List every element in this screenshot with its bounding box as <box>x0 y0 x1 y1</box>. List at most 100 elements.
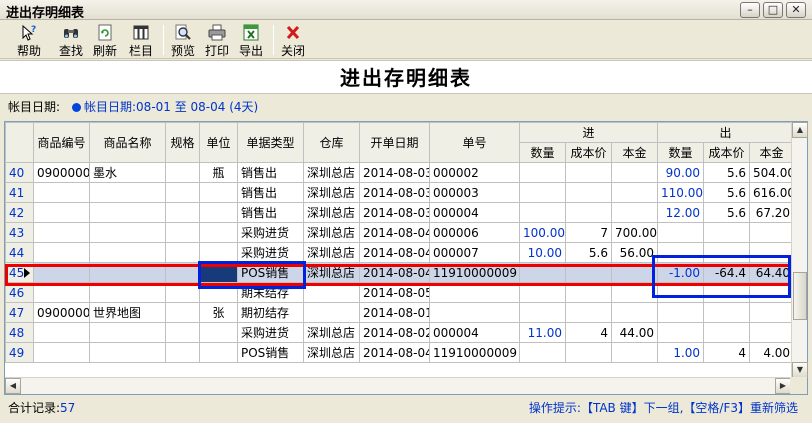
in-cost-cell[interactable] <box>565 302 612 323</box>
header-date[interactable]: 开单日期 <box>359 122 430 163</box>
minimize-button[interactable]: – <box>740 2 760 18</box>
in-qty-cell[interactable] <box>519 162 566 183</box>
doc-no-cell[interactable]: 000003 <box>429 182 520 203</box>
table-row[interactable]: 44 采购进货 深圳总店 2014-08-04 000007 10.00 5.6 56.00 <box>5 242 795 263</box>
out-amount-cell[interactable] <box>749 242 795 263</box>
in-cost-cell[interactable] <box>565 282 612 303</box>
in-qty-cell[interactable] <box>519 302 566 323</box>
in-cost-cell[interactable] <box>565 182 612 203</box>
in-qty-cell[interactable] <box>519 282 566 303</box>
date-cell[interactable]: 2014-08-03 <box>359 162 430 183</box>
name-cell[interactable] <box>89 222 166 243</box>
name-cell[interactable] <box>89 282 166 303</box>
doc-type-cell[interactable]: 期末结存 <box>237 282 304 303</box>
row-number[interactable]: 46 <box>5 282 34 303</box>
spec-cell[interactable] <box>165 262 200 283</box>
code-cell[interactable] <box>33 282 90 303</box>
code-cell[interactable] <box>33 242 90 263</box>
unit-cell[interactable] <box>199 282 238 303</box>
header-in-amount[interactable]: 本金 <box>610 142 659 163</box>
out-amount-cell[interactable]: 67.20 <box>749 202 795 223</box>
maximize-button[interactable]: □ <box>763 2 783 18</box>
name-cell[interactable]: 墨水 <box>89 162 166 183</box>
horizontal-scrollbar[interactable]: ◀ ▶ <box>5 377 791 394</box>
out-cost-cell[interactable]: -64.4 <box>703 262 751 283</box>
help-button[interactable]: ? 帮助 <box>14 23 44 58</box>
columns-button[interactable]: 栏目 <box>126 23 156 58</box>
row-number[interactable]: 41 <box>5 182 34 203</box>
row-number[interactable]: 44 <box>5 242 34 263</box>
code-cell[interactable] <box>33 322 90 343</box>
close-button[interactable]: 关闭 <box>278 23 308 58</box>
account-date-link[interactable]: 帐目日期:08-01 至 08-04 (4天) <box>72 95 258 119</box>
in-amount-cell[interactable] <box>610 182 659 203</box>
code-cell[interactable] <box>33 262 90 283</box>
header-out-amount[interactable]: 本金 <box>749 142 795 163</box>
doc-no-cell[interactable] <box>429 282 520 303</box>
table-row[interactable]: 42 销售出 深圳总店 2014-08-03 000004 12.00 5.6 67.20 <box>5 202 795 223</box>
doc-no-cell[interactable]: 11910000009 <box>429 262 520 283</box>
spec-cell[interactable] <box>165 162 200 183</box>
header-doc-type[interactable]: 单据类型 <box>237 122 304 163</box>
in-qty-cell[interactable] <box>519 342 566 363</box>
row-number[interactable]: 48 <box>5 322 34 343</box>
unit-cell[interactable] <box>199 242 238 263</box>
detail-grid[interactable]: 商品编号 商品名称 规格 单位 单据类型 仓库 开单日期 单号 进 出 数量 成… <box>4 121 808 395</box>
out-qty-cell[interactable] <box>657 302 705 323</box>
out-amount-cell[interactable] <box>749 322 795 343</box>
doc-type-cell[interactable]: 销售出 <box>237 182 304 203</box>
out-qty-cell[interactable] <box>657 322 705 343</box>
in-amount-cell[interactable]: 56.00 <box>610 242 659 263</box>
out-amount-cell[interactable]: 616.00 <box>749 182 795 203</box>
in-qty-cell[interactable] <box>519 202 566 223</box>
out-cost-cell[interactable] <box>703 242 751 263</box>
out-cost-cell[interactable]: 5.6 <box>703 182 751 203</box>
doc-type-cell[interactable]: 采购进货 <box>237 222 304 243</box>
export-button[interactable]: 导出 <box>236 23 266 58</box>
unit-cell[interactable] <box>199 342 238 363</box>
header-in-cost[interactable]: 成本价 <box>565 142 612 163</box>
scroll-up-icon[interactable]: ▲ <box>792 122 808 138</box>
in-cost-cell[interactable] <box>565 202 612 223</box>
header-spec[interactable]: 规格 <box>165 122 200 163</box>
row-number[interactable]: 47 <box>5 302 34 323</box>
doc-no-cell[interactable]: 000004 <box>429 322 520 343</box>
date-cell[interactable]: 2014-08-04 <box>359 342 430 363</box>
print-button[interactable]: 打印 <box>202 23 232 58</box>
header-warehouse[interactable]: 仓库 <box>303 122 360 163</box>
in-qty-cell[interactable] <box>519 262 566 283</box>
out-qty-cell[interactable]: 12.00 <box>657 202 705 223</box>
out-cost-cell[interactable]: 5.6 <box>703 202 751 223</box>
out-cost-cell[interactable] <box>703 302 751 323</box>
refresh-button[interactable]: 刷新 <box>90 23 120 58</box>
name-cell[interactable]: 世界地图 <box>89 302 166 323</box>
code-cell[interactable] <box>33 342 90 363</box>
in-qty-cell[interactable]: 100.00 <box>519 222 566 243</box>
in-amount-cell[interactable] <box>610 262 659 283</box>
in-cost-cell[interactable]: 4 <box>565 322 612 343</box>
warehouse-cell[interactable]: 深圳总店 <box>303 222 360 243</box>
doc-no-cell[interactable]: 11910000009 <box>429 342 520 363</box>
table-row[interactable]: 4009000002墨水 瓶销售出深圳总店2014-08-03000002 90.0… <box>5 162 795 183</box>
name-cell[interactable] <box>89 182 166 203</box>
table-row[interactable]: 49 POS销售 深圳总店 2014-08-04 11910000009 1.00 4 4.0… <box>5 342 795 363</box>
spec-cell[interactable] <box>165 282 200 303</box>
in-cost-cell[interactable]: 7 <box>565 222 612 243</box>
unit-cell[interactable]: 张 <box>199 302 238 323</box>
row-number[interactable]: 43 <box>5 222 34 243</box>
code-cell[interactable] <box>33 182 90 203</box>
doc-type-cell[interactable]: 采购进货 <box>237 322 304 343</box>
in-amount-cell[interactable]: 44.00 <box>610 322 659 343</box>
warehouse-cell[interactable]: 深圳总店 <box>303 162 360 183</box>
out-cost-cell[interactable] <box>703 222 751 243</box>
date-cell[interactable]: 2014-08-04 <box>359 222 430 243</box>
warehouse-cell[interactable]: 深圳总店 <box>303 322 360 343</box>
close-window-button[interactable]: ✕ <box>786 2 806 18</box>
in-amount-cell[interactable]: 700.00 <box>610 222 659 243</box>
doc-type-cell[interactable]: 销售出 <box>237 202 304 223</box>
in-cost-cell[interactable]: 5.6 <box>565 242 612 263</box>
out-cost-cell[interactable]: 5.6 <box>703 162 751 183</box>
out-amount-cell[interactable]: 504.00 <box>749 162 795 183</box>
doc-no-cell[interactable]: 000004 <box>429 202 520 223</box>
doc-no-cell[interactable] <box>429 302 520 323</box>
